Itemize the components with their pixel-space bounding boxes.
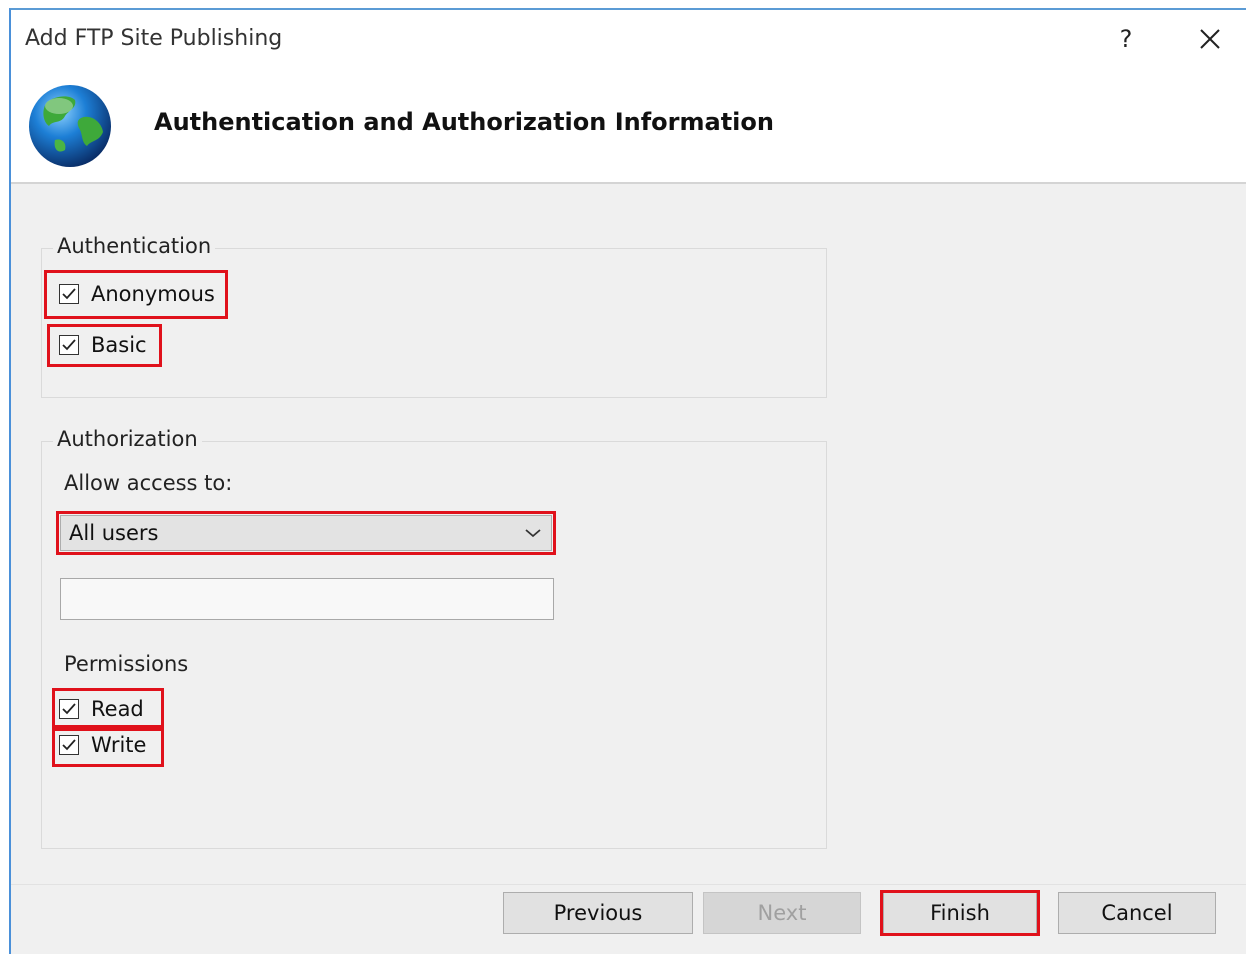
footer-divider <box>11 884 1246 885</box>
checkbox-box[interactable] <box>59 699 79 719</box>
basic-label: Basic <box>91 333 147 357</box>
page-title: Authentication and Authorization Informa… <box>154 108 774 136</box>
permissions-label: Permissions <box>64 652 189 676</box>
allow-access-value: All users <box>69 521 159 545</box>
authentication-legend: Authentication <box>53 234 216 258</box>
authorization-legend: Authorization <box>53 427 202 451</box>
write-checkbox[interactable]: Write <box>59 729 146 761</box>
read-label: Read <box>91 697 144 721</box>
title-bar: Add FTP Site Publishing ? <box>11 10 1246 70</box>
checkmark-icon <box>62 288 76 300</box>
checkmark-icon <box>62 703 76 715</box>
anonymous-checkbox[interactable]: Anonymous <box>59 278 215 310</box>
close-button[interactable] <box>1193 22 1227 56</box>
users-input[interactable] <box>60 578 554 620</box>
close-icon <box>1200 29 1220 49</box>
dialog-window: Add FTP Site Publishing ? Authentication… <box>9 8 1246 954</box>
checkbox-box[interactable] <box>59 735 79 755</box>
help-button[interactable]: ? <box>1111 22 1141 56</box>
allow-access-label: Allow access to: <box>64 471 233 495</box>
wizard-header: Authentication and Authorization Informa… <box>11 70 1246 184</box>
authentication-group <box>41 248 827 398</box>
cancel-button[interactable]: Cancel <box>1058 892 1216 934</box>
read-checkbox[interactable]: Read <box>59 693 144 725</box>
previous-button[interactable]: Previous <box>503 892 693 934</box>
checkmark-icon <box>62 339 76 351</box>
chevron-down-icon <box>525 529 541 538</box>
globe-icon <box>29 85 111 167</box>
checkbox-box[interactable] <box>59 284 79 304</box>
write-label: Write <box>91 733 147 757</box>
window-title: Add FTP Site Publishing <box>25 26 283 51</box>
authorization-group <box>41 441 827 849</box>
basic-checkbox[interactable]: Basic <box>59 329 147 361</box>
checkmark-icon <box>62 739 76 751</box>
allow-access-dropdown[interactable]: All users <box>60 515 552 551</box>
anonymous-label: Anonymous <box>91 282 215 306</box>
finish-button[interactable]: Finish <box>883 892 1037 934</box>
next-button[interactable]: Next <box>703 892 861 934</box>
checkbox-box[interactable] <box>59 335 79 355</box>
